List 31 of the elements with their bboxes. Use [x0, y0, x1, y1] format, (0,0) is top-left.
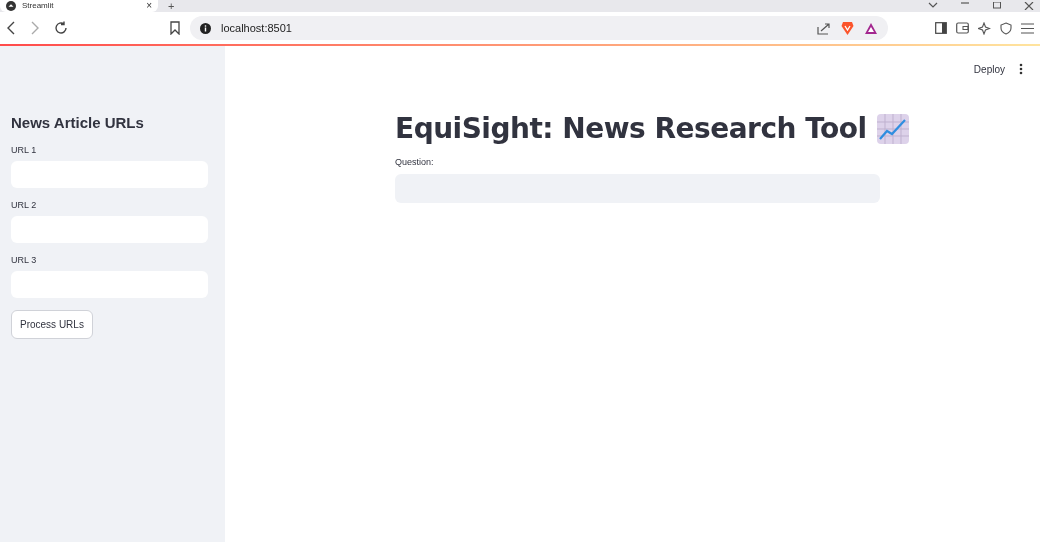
- reload-icon[interactable]: [54, 21, 68, 35]
- process-urls-button[interactable]: Process URLs: [11, 310, 93, 339]
- info-icon: [200, 22, 211, 34]
- lion-shield-icon[interactable]: [841, 20, 854, 36]
- field-label: URL 1: [11, 145, 38, 155]
- new-tab-button[interactable]: +: [168, 0, 175, 12]
- bookmark-icon[interactable]: [170, 21, 180, 35]
- field-label: URL 3: [11, 255, 38, 265]
- browser-tab[interactable]: Streamlit ×: [0, 0, 158, 12]
- address-bar[interactable]: localhost:8501: [190, 16, 888, 40]
- question-label: Question:: [395, 157, 435, 167]
- close-icon[interactable]: [1024, 2, 1034, 10]
- more-menu-icon[interactable]: [1019, 63, 1023, 75]
- triangle-icon[interactable]: [864, 21, 878, 35]
- tab-title: Streamlit: [22, 1, 55, 11]
- sparkle-icon[interactable]: [978, 21, 991, 35]
- deploy-button[interactable]: Deploy: [973, 63, 1005, 75]
- share-icon[interactable]: [817, 21, 831, 35]
- wallet-icon[interactable]: [956, 22, 969, 34]
- sidebar-title: News Article URLs: [11, 114, 145, 131]
- restore-icon[interactable]: [992, 2, 1002, 10]
- menu-icon[interactable]: [1021, 22, 1034, 34]
- field-label: URL 2: [11, 200, 38, 210]
- chevron-down-icon[interactable]: [928, 2, 938, 10]
- close-tab-button[interactable]: ×: [146, 0, 152, 12]
- back-icon[interactable]: [6, 21, 16, 35]
- chart-increasing-icon: [876, 113, 909, 144]
- page-title: EquiSight: News Research Tool: [395, 112, 867, 145]
- url-text: localhost:8501: [221, 22, 292, 34]
- shield-icon[interactable]: [1000, 21, 1012, 35]
- sidebar-icon[interactable]: [935, 22, 947, 34]
